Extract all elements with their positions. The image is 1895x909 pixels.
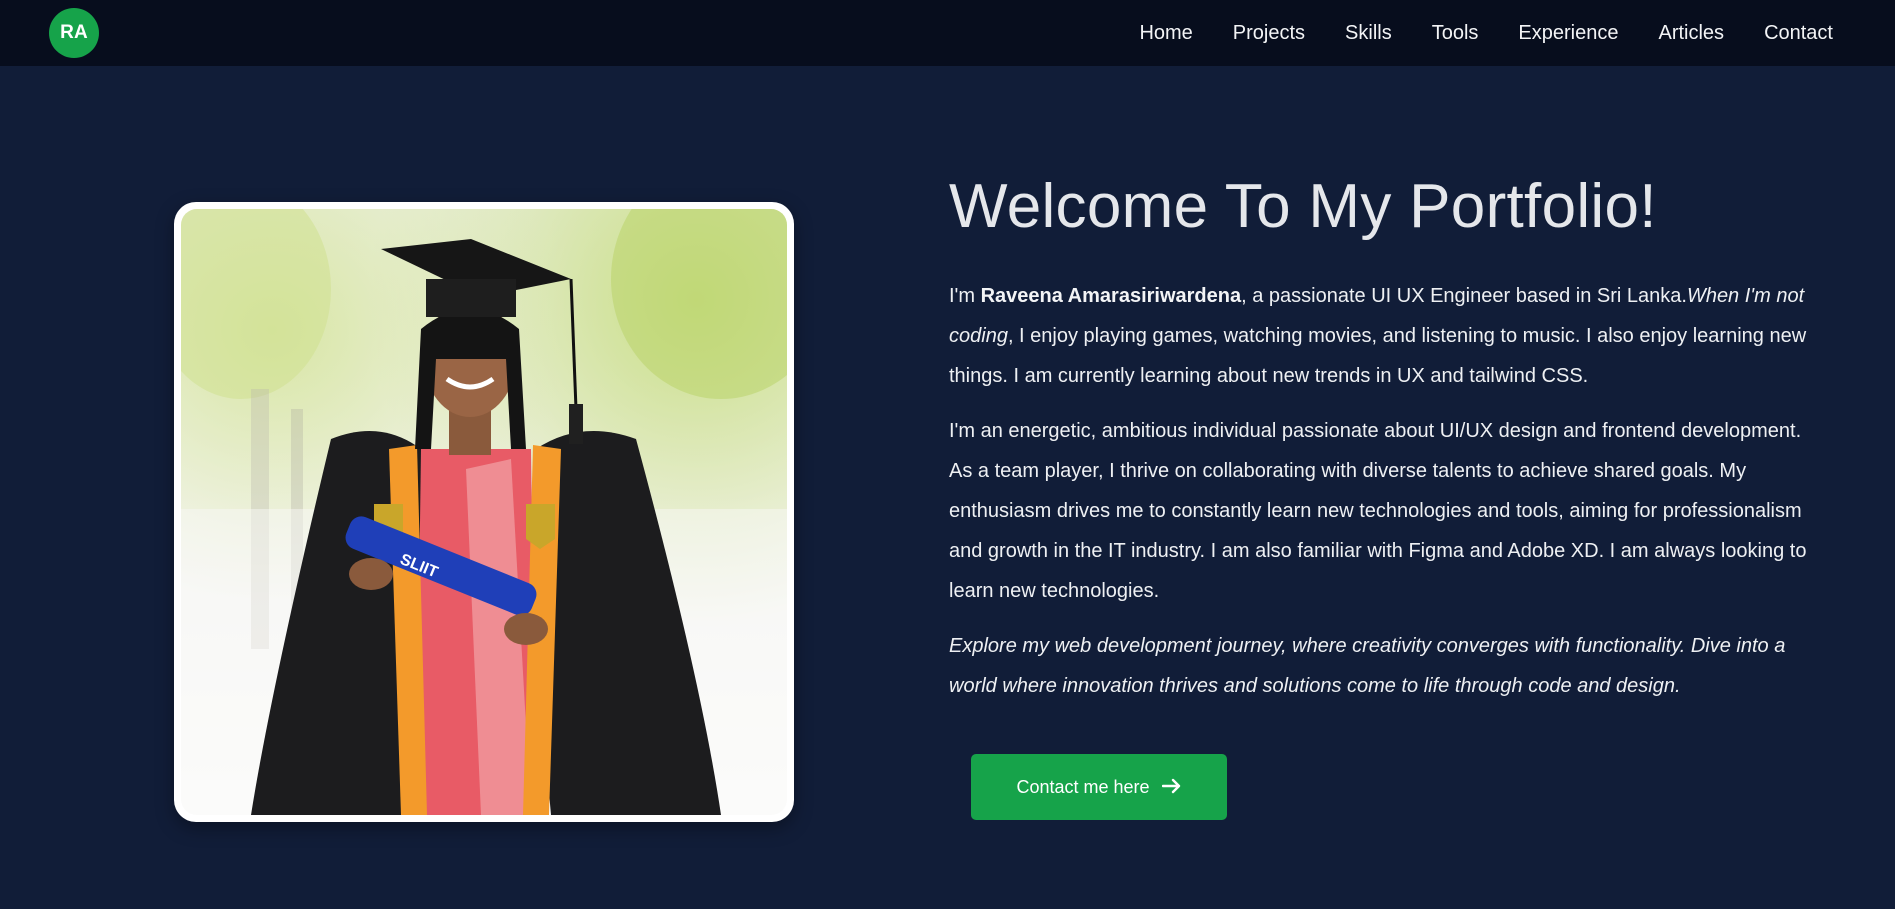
nav-tools[interactable]: Tools bbox=[1432, 22, 1479, 45]
profile-photo-card: SLIIT bbox=[174, 202, 794, 822]
tagline-text: Explore my web development journey, wher… bbox=[949, 635, 1786, 697]
intro-content: Welcome To My Portfolio! I'm Raveena Ama… bbox=[949, 168, 1809, 721]
intro-paragraph: I'm Raveena Amarasiriwardena, a passiona… bbox=[949, 276, 1809, 396]
nav-skills[interactable]: Skills bbox=[1345, 22, 1392, 45]
contact-me-label: Contact me here bbox=[1016, 776, 1150, 797]
nav-experience[interactable]: Experience bbox=[1518, 22, 1618, 45]
nav-articles[interactable]: Articles bbox=[1658, 22, 1724, 45]
about-paragraph: I'm an energetic, ambitious individual p… bbox=[949, 420, 1807, 602]
main-nav: Home Projects Skills Tools Experience Ar… bbox=[1139, 22, 1833, 45]
contact-me-button[interactable]: Contact me here bbox=[971, 754, 1227, 820]
intro-middle: , a passionate UI UX Engineer based in S… bbox=[1241, 285, 1687, 307]
profile-photo: SLIIT bbox=[181, 209, 787, 815]
graduate-portrait-illustration: SLIIT bbox=[181, 209, 787, 815]
logo[interactable]: RA bbox=[49, 8, 99, 58]
tagline-paragraph: Explore my web development journey, wher… bbox=[949, 626, 1809, 706]
author-name: Raveena Amarasiriwardena bbox=[980, 285, 1242, 307]
intro-suffix: , I enjoy playing games, watching movies… bbox=[949, 325, 1807, 387]
top-navbar: RA Home Projects Skills Tools Experience… bbox=[0, 0, 1895, 66]
page-title: Welcome To My Portfolio! bbox=[949, 172, 1657, 241]
nav-contact[interactable]: Contact bbox=[1764, 22, 1833, 45]
nav-home[interactable]: Home bbox=[1139, 22, 1192, 45]
arrow-right-icon bbox=[1161, 776, 1182, 798]
nav-projects[interactable]: Projects bbox=[1233, 22, 1305, 45]
intro-prefix: I'm bbox=[949, 285, 981, 307]
logo-text: RA bbox=[60, 22, 88, 43]
